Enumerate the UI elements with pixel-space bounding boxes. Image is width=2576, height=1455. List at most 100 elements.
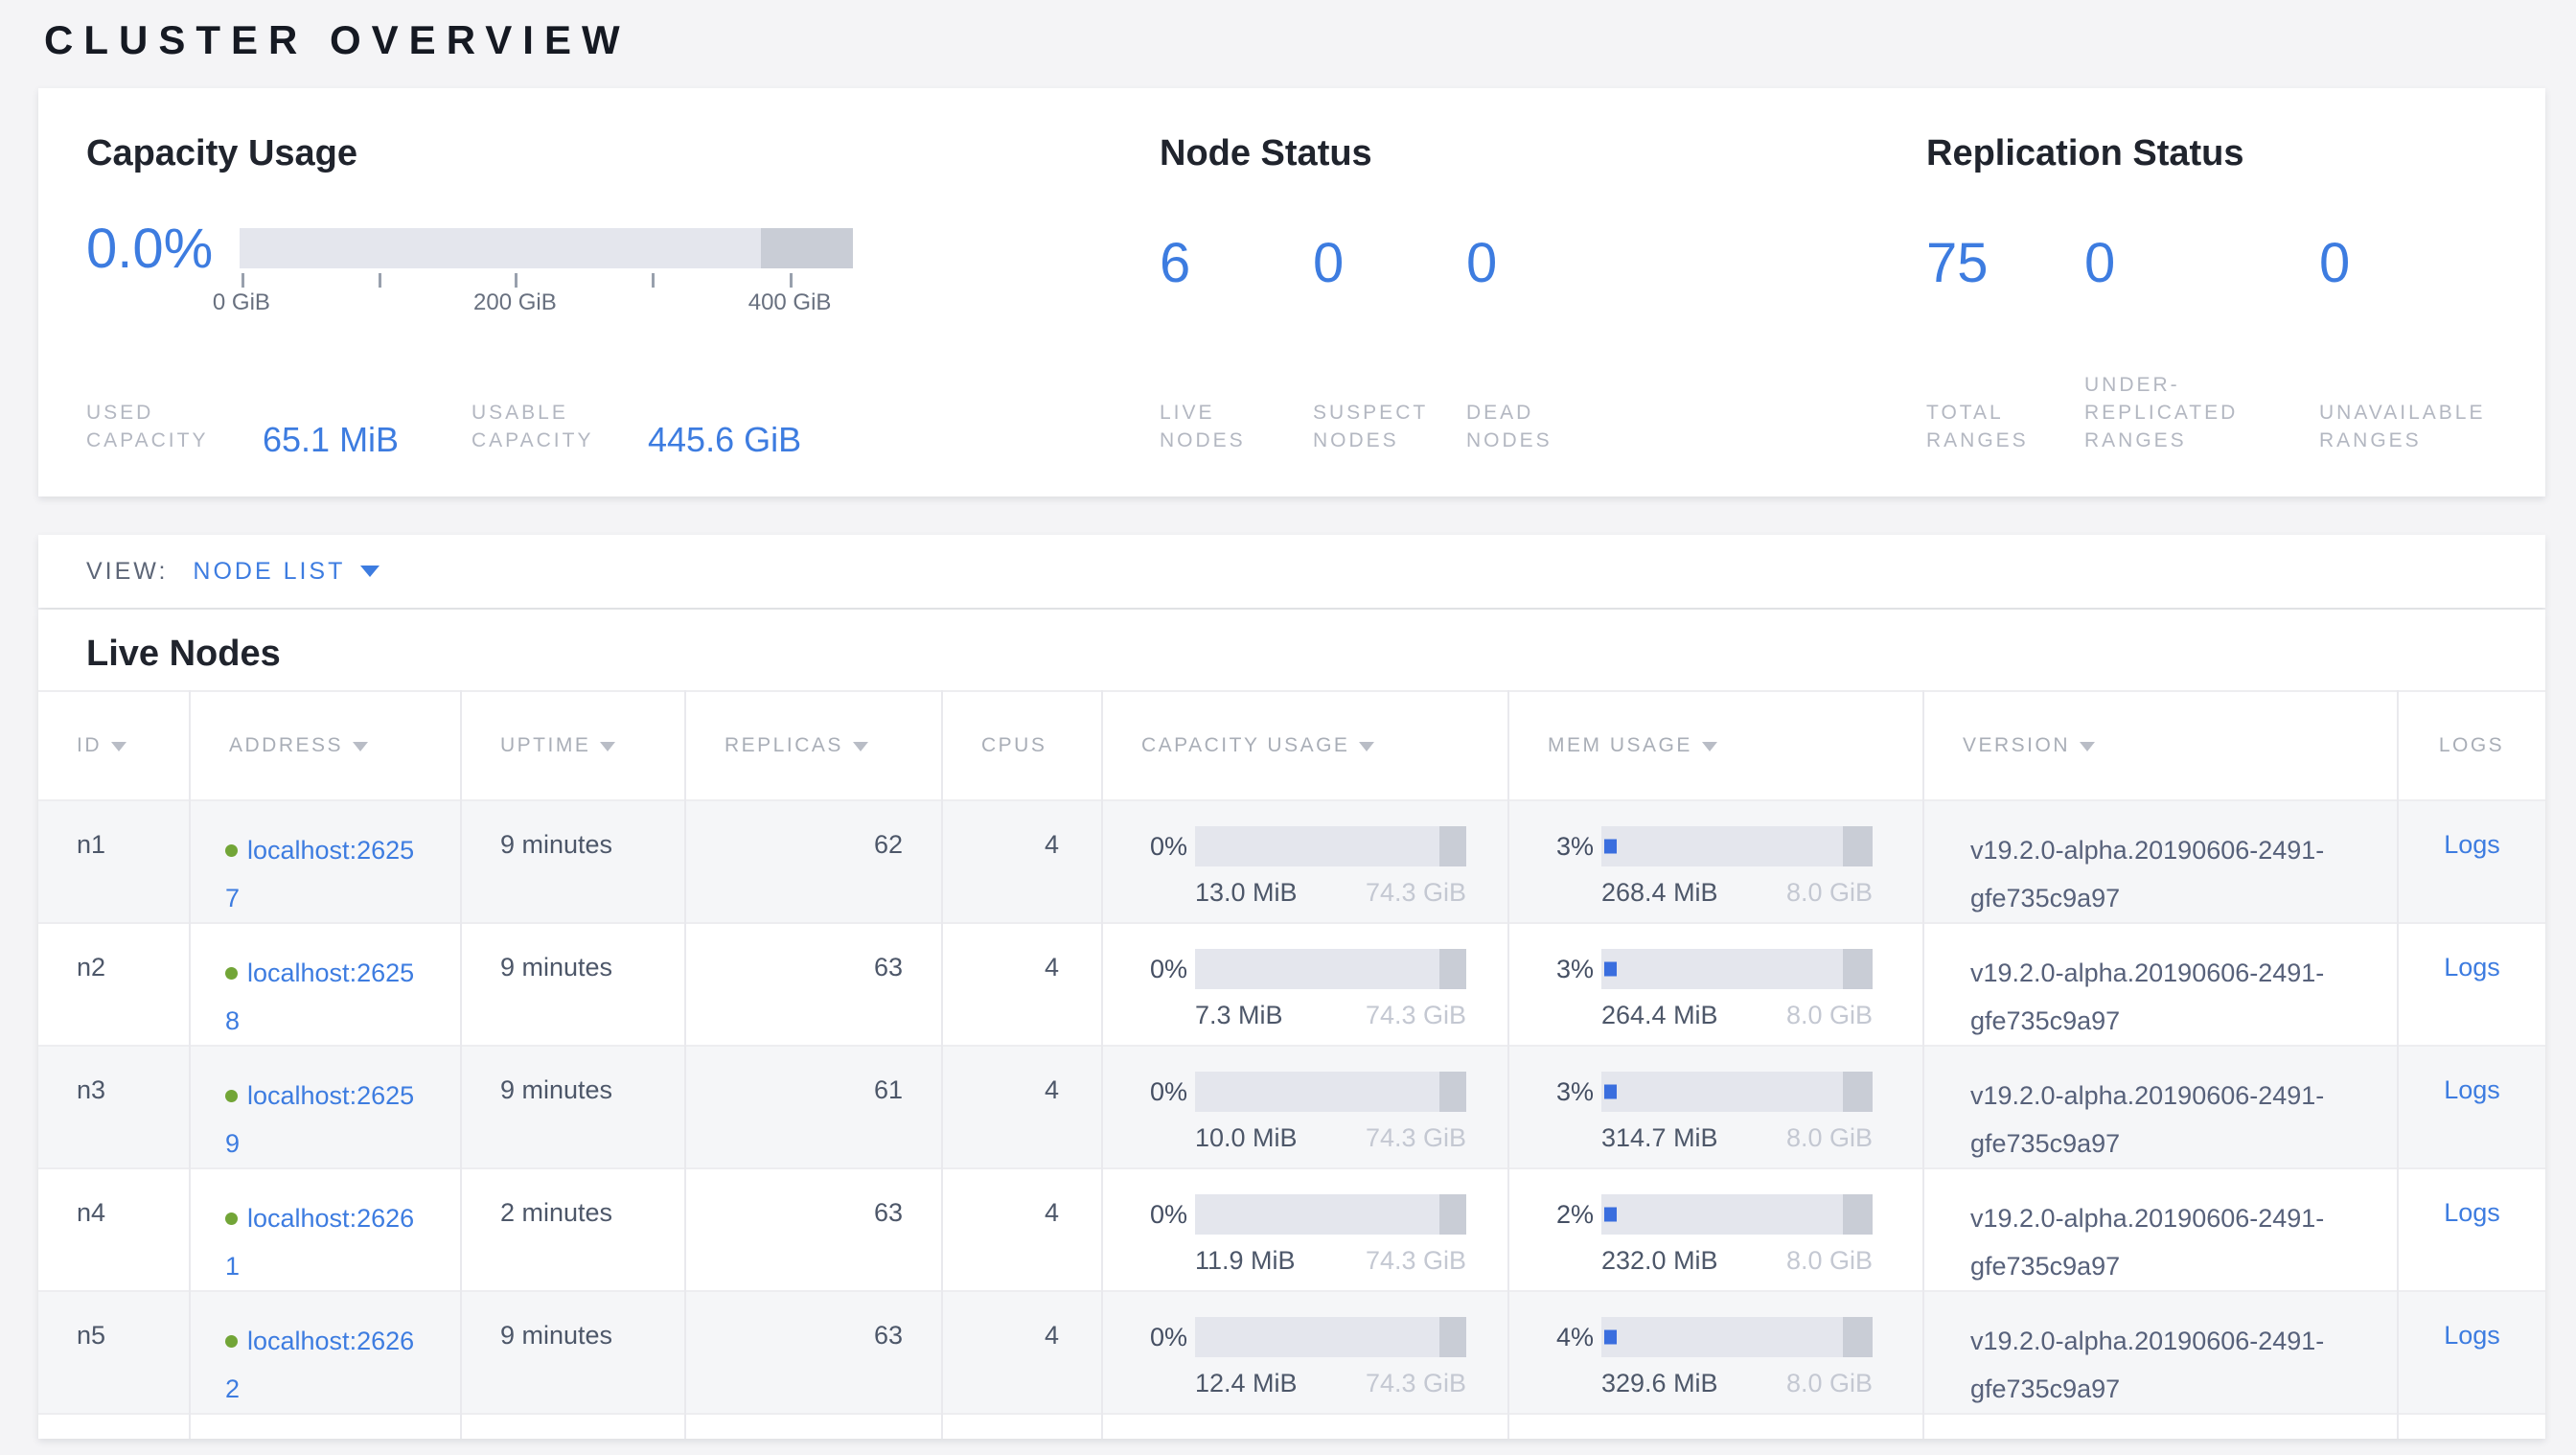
view-dropdown[interactable]: NODE LIST — [193, 558, 380, 586]
column-header-id[interactable]: ID — [38, 691, 190, 800]
node-id-cell: n5 — [38, 1291, 190, 1414]
mem-usage-bar — [1601, 949, 1873, 989]
capacity-stat-value: 445.6 GiB — [648, 420, 801, 460]
capacity-usage-cell: 0%12.4 MiB74.3 GiB — [1102, 1291, 1508, 1414]
capacity-usage-bar-row: 0% — [1103, 949, 1507, 989]
column-header-replicas[interactable]: REPLICAS — [685, 691, 942, 800]
node-address-link[interactable]: localhost:26258 — [225, 958, 414, 1035]
mem-usage-bar-fill — [1604, 962, 1617, 977]
capacity-usage-bar — [1195, 1194, 1466, 1235]
replication-stat-label: TOTAL RANGES — [1926, 399, 2051, 454]
capacity-usage-percent: 0% — [1103, 955, 1195, 984]
capacity-usage-bar-row: 0% — [1103, 826, 1507, 866]
capacity-gauge-bar — [240, 228, 853, 268]
node-status-stat: 0 DEAD NODES — [1466, 234, 1620, 454]
logs-link[interactable]: Logs — [2444, 953, 2500, 982]
gauge-tick-label: 200 GiB — [473, 289, 557, 316]
page-title: CLUSTER OVERVIEW — [44, 17, 2576, 63]
node-address-cell: localhost:26261 — [190, 1168, 461, 1291]
column-header-version[interactable]: VERSION — [1923, 691, 2398, 800]
overview-summary-card: Capacity Usage 0.0% 0 GiB200 GiB400 GiB … — [38, 88, 2545, 497]
node-uptime-cell: 9 minutes — [461, 923, 685, 1046]
capacity-usage-values: 11.9 MiB74.3 GiB — [1195, 1246, 1466, 1276]
gauge-tick-label: 400 GiB — [748, 289, 832, 316]
logs-link[interactable]: Logs — [2444, 830, 2500, 859]
view-bar: VIEW: NODE LIST — [38, 535, 2545, 608]
column-header-address[interactable]: ADDRESS — [190, 691, 461, 800]
mem-usage-bar-row: 3% — [1509, 949, 1922, 989]
gauge-tick — [379, 273, 381, 288]
column-header-capacity-usage[interactable]: CAPACITY USAGE — [1102, 691, 1508, 800]
capacity-usage-cell: 0%10.0 MiB74.3 GiB — [1102, 1046, 1508, 1168]
column-header-label: REPLICAS — [724, 734, 843, 756]
empty-cell — [38, 1414, 190, 1439]
gauge-tick — [652, 273, 655, 288]
gauge-tick — [242, 273, 244, 288]
node-address-link[interactable]: localhost:26257 — [225, 836, 414, 912]
table-row: n5localhost:262629 minutes6340%12.4 MiB7… — [38, 1291, 2545, 1414]
empty-cell — [685, 1414, 942, 1439]
capacity-usage-bar-other-segment — [1439, 1072, 1466, 1112]
node-logs-cell: Logs — [2398, 1046, 2545, 1168]
node-logs-cell: Logs — [2398, 1168, 2545, 1291]
mem-usage-values: 264.4 MiB8.0 GiB — [1601, 1001, 1873, 1030]
node-live-status-dot — [225, 844, 238, 857]
capacity-usage-bar-other-segment — [1439, 949, 1466, 989]
node-status-stat-label: SUSPECT NODES — [1313, 399, 1438, 454]
node-address-link[interactable]: localhost:26259 — [225, 1081, 414, 1158]
node-replicas-cell: 63 — [685, 1168, 942, 1291]
capacity-usage-percent: 0% — [1103, 1323, 1195, 1352]
capacity-stat: USABLE CAPACITY445.6 GiB — [472, 399, 801, 454]
node-status-stat-value: 0 — [1466, 234, 1620, 293]
logs-link[interactable]: Logs — [2444, 1321, 2500, 1350]
replication-stat-label: UNDER-REPLICATED RANGES — [2084, 371, 2293, 454]
mem-usage-bar-other-segment — [1843, 1072, 1873, 1112]
mem-usage-used-value: 268.4 MiB — [1601, 878, 1718, 908]
table-row: n1localhost:262579 minutes6240%13.0 MiB7… — [38, 800, 2545, 923]
view-dropdown-value[interactable]: NODE LIST — [193, 558, 345, 586]
logs-link[interactable]: Logs — [2444, 1075, 2500, 1104]
sort-caret-icon[interactable] — [1359, 742, 1374, 751]
node-id-cell: n1 — [38, 800, 190, 923]
node-version-cell: v19.2.0-alpha.20190606-2491-gfe735c9a97 — [1923, 800, 2398, 923]
replication-stat: 0UNAVAILABLE RANGES — [2319, 234, 2528, 454]
capacity-gauge-tick-labels: 0 GiB200 GiB400 GiB — [240, 288, 853, 316]
node-address-link[interactable]: localhost:26262 — [225, 1327, 414, 1403]
sort-caret-icon[interactable] — [353, 742, 368, 751]
node-logs-cell: Logs — [2398, 923, 2545, 1046]
chevron-down-icon[interactable] — [360, 566, 380, 577]
capacity-usage-used-value: 12.4 MiB — [1195, 1369, 1298, 1398]
capacity-stat: USED CAPACITY65.1 MiB — [86, 399, 472, 454]
replication-stat: 75TOTAL RANGES — [1926, 234, 2084, 454]
node-address-cell: localhost:26257 — [190, 800, 461, 923]
column-header-mem-usage[interactable]: MEM USAGE — [1508, 691, 1923, 800]
column-header-label: UPTIME — [500, 734, 590, 756]
gauge-tick-label: 0 GiB — [213, 289, 270, 316]
table-header-row: IDADDRESSUPTIMEREPLICASCPUSCAPACITY USAG… — [38, 691, 2545, 800]
capacity-usage-total-value: 74.3 GiB — [1366, 1123, 1466, 1153]
sort-caret-icon[interactable] — [2080, 742, 2095, 751]
column-header-uptime[interactable]: UPTIME — [461, 691, 685, 800]
node-status-stat-label: DEAD NODES — [1466, 399, 1591, 454]
node-live-status-dot — [225, 1212, 238, 1225]
node-live-status-dot — [225, 1090, 238, 1102]
logs-link[interactable]: Logs — [2444, 1198, 2500, 1227]
sort-caret-icon[interactable] — [1702, 742, 1717, 751]
capacity-usage-cell: 0%11.9 MiB74.3 GiB — [1102, 1168, 1508, 1291]
capacity-gauge-other-segment — [761, 228, 853, 268]
sort-caret-icon[interactable] — [853, 742, 868, 751]
capacity-stat-label: USED CAPACITY — [86, 399, 257, 454]
capacity-usage-section: Capacity Usage 0.0% 0 GiB200 GiB400 GiB … — [86, 132, 1160, 454]
sort-caret-icon[interactable] — [600, 742, 615, 751]
column-header-logs: LOGS — [2398, 691, 2545, 800]
node-uptime-cell: 2 minutes — [461, 1168, 685, 1291]
node-address-link[interactable]: localhost:26261 — [225, 1204, 414, 1281]
node-status-stat-label: LIVE NODES — [1160, 399, 1284, 454]
mem-usage-total-value: 8.0 GiB — [1786, 1246, 1873, 1276]
node-status-stats: 6LIVE NODES0SUSPECT NODES0DEAD NODES — [1160, 234, 1926, 454]
capacity-usage-percent: 0% — [1103, 832, 1195, 862]
column-header-label: ADDRESS — [229, 734, 343, 756]
sort-caret-icon[interactable] — [111, 742, 126, 751]
mem-usage-values: 314.7 MiB8.0 GiB — [1601, 1123, 1873, 1153]
node-status-heading: Node Status — [1160, 132, 1926, 174]
